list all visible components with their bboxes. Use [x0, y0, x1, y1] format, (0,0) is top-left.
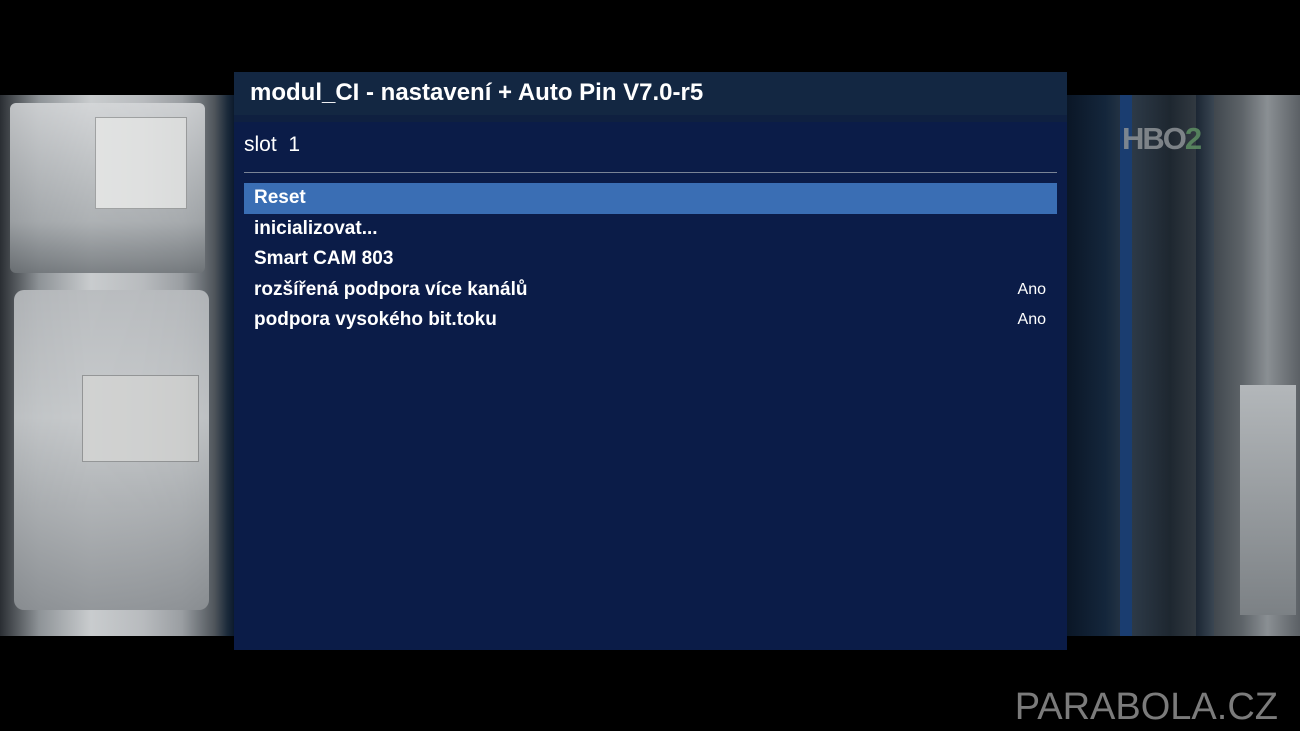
channel-logo-text: HBO	[1122, 121, 1187, 156]
channel-logo-hbo2: HBO2	[1122, 121, 1202, 157]
menu-item-value[interactable]: Ano	[1018, 305, 1046, 335]
menu-item-label: inicializovat...	[254, 217, 378, 239]
menu-item-label: Reset	[254, 187, 306, 208]
separator-line	[244, 172, 1057, 173]
dialog-title: modul_CI - nastavení + Auto Pin V7.0-r5	[250, 79, 704, 106]
dialog-titlebar: modul_CI - nastavení + Auto Pin V7.0-r5	[234, 72, 1067, 122]
video-label-sticker	[82, 375, 199, 462]
menu-item-high-bitrate-support[interactable]: podpora vysokého bit.toku Ano	[244, 305, 1057, 336]
menu-item-reset[interactable]: Reset	[244, 183, 1057, 214]
menu-item-multichannel-support[interactable]: rozšířená podpora více kanálů Ano	[244, 275, 1057, 306]
video-label-sticker	[95, 117, 187, 209]
video-door-frame	[1196, 95, 1214, 636]
menu-item-value[interactable]: Ano	[1018, 275, 1046, 305]
menu-item-smart-cam[interactable]: Smart CAM 803	[244, 244, 1057, 275]
video-panel-bottom-left	[14, 290, 209, 610]
menu-item-label: rozšířená podpora více kanálů	[254, 278, 528, 300]
menu-item-label: podpora vysokého bit.toku	[254, 309, 497, 330]
menu-item-initialize[interactable]: inicializovat...	[244, 214, 1057, 245]
watermark: PARABOLA.CZ	[1014, 686, 1278, 728]
video-door-frame	[1120, 95, 1132, 636]
menu-item-label: Smart CAM 803	[254, 248, 394, 269]
tv-screen: HBO2 modul_CI - nastavení + Auto Pin V7.…	[0, 0, 1300, 731]
channel-logo-number: 2	[1184, 121, 1202, 156]
settings-menu: Reset inicializovat... Smart CAM 803 roz…	[244, 183, 1057, 336]
ci-module-settings-dialog: modul_CI - nastavení + Auto Pin V7.0-r5 …	[234, 72, 1067, 650]
slot-label: slot 1	[244, 133, 301, 156]
video-panel-top-left	[10, 103, 205, 273]
video-slab	[1240, 385, 1296, 615]
